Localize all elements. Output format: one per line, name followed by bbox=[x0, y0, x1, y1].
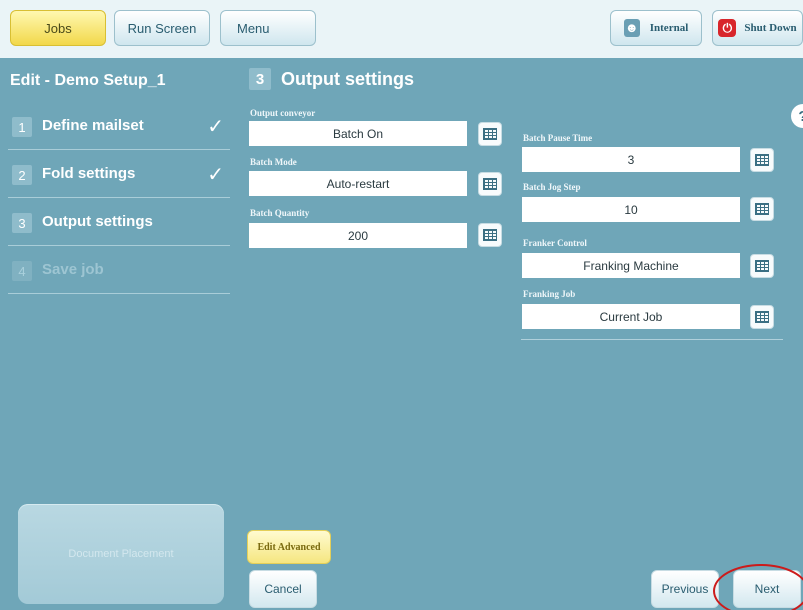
check-icon: ✓ bbox=[207, 116, 224, 138]
sidebar-item-label: Fold settings bbox=[42, 165, 136, 182]
cancel-button[interactable]: Cancel bbox=[249, 570, 317, 608]
keypad-button[interactable] bbox=[750, 197, 774, 221]
step-number: 2 bbox=[12, 165, 32, 185]
top-bar: Jobs Run Screen Menu ☻ Internal ⏻ Shut D… bbox=[0, 0, 803, 58]
keypad-button[interactable] bbox=[478, 223, 502, 247]
output-conveyor-field[interactable]: Batch On bbox=[249, 121, 467, 146]
sidebar: Edit - Demo Setup_1 1 Define mailset ✓ 2… bbox=[0, 58, 241, 610]
internal-user-button[interactable]: ☻ Internal bbox=[610, 10, 702, 46]
batch-jog-step-label: Batch Jog Step bbox=[523, 182, 581, 192]
keypad-icon bbox=[755, 203, 769, 215]
output-conveyor-label: Output conveyor bbox=[250, 108, 316, 118]
sidebar-item-fold-settings[interactable]: 2 Fold settings ✓ bbox=[8, 152, 230, 198]
internal-label: Internal bbox=[649, 22, 689, 34]
franking-job-field[interactable]: Current Job bbox=[522, 304, 740, 329]
keypad-icon bbox=[755, 311, 769, 323]
power-icon: ⏻ bbox=[718, 19, 737, 37]
keypad-icon bbox=[755, 154, 769, 166]
previous-button[interactable]: Previous bbox=[651, 570, 719, 608]
franking-job-label: Franking Job bbox=[523, 289, 576, 299]
tab-run-screen[interactable]: Run Screen bbox=[114, 10, 210, 46]
tab-menu[interactable]: Menu bbox=[220, 10, 316, 46]
franker-control-field[interactable]: Franking Machine bbox=[522, 253, 740, 278]
sidebar-item-label: Define mailset bbox=[42, 117, 144, 134]
step-number: 3 bbox=[249, 68, 271, 90]
batch-mode-field[interactable]: Auto-restart bbox=[249, 171, 467, 196]
keypad-icon bbox=[483, 128, 497, 140]
franker-control-label: Franker Control bbox=[523, 238, 587, 248]
document-placement-button: Document Placement bbox=[18, 504, 224, 604]
keypad-button[interactable] bbox=[478, 122, 502, 146]
user-icon: ☻ bbox=[623, 19, 640, 37]
sidebar-title: Edit - Demo Setup_1 bbox=[10, 72, 166, 89]
shut-down-button[interactable]: ⏻ Shut Down bbox=[712, 10, 803, 46]
tab-jobs[interactable]: Jobs bbox=[10, 10, 106, 46]
keypad-button[interactable] bbox=[750, 148, 774, 172]
sidebar-item-label: Output settings bbox=[42, 213, 153, 230]
batch-jog-step-field[interactable]: 10 bbox=[522, 197, 740, 222]
sidebar-item-output-settings[interactable]: 3 Output settings bbox=[8, 200, 230, 246]
help-icon[interactable]: ? bbox=[791, 104, 803, 128]
step-number: 3 bbox=[12, 213, 32, 233]
keypad-button[interactable] bbox=[750, 254, 774, 278]
keypad-icon bbox=[483, 229, 497, 241]
sidebar-item-label: Save job bbox=[42, 261, 104, 278]
sidebar-item-save-job: 4 Save job bbox=[8, 248, 230, 294]
step-number: 4 bbox=[12, 261, 32, 281]
highlight-circle bbox=[713, 564, 803, 610]
keypad-button[interactable] bbox=[750, 305, 774, 329]
batch-quantity-field[interactable]: 200 bbox=[249, 223, 467, 248]
page-title: Output settings bbox=[281, 68, 414, 89]
page-header: 3 Output settings bbox=[249, 68, 414, 90]
check-icon: ✓ bbox=[207, 164, 224, 186]
batch-mode-label: Batch Mode bbox=[250, 157, 297, 167]
shut-down-label: Shut Down bbox=[744, 22, 797, 34]
batch-pause-time-field[interactable]: 3 bbox=[522, 147, 740, 172]
step-number: 1 bbox=[12, 117, 32, 137]
sidebar-item-define-mailset[interactable]: 1 Define mailset ✓ bbox=[8, 104, 230, 150]
keypad-icon bbox=[483, 178, 497, 190]
divider bbox=[521, 339, 783, 340]
main-panel: 3 Output settings ? Output conveyor Batc… bbox=[241, 58, 803, 610]
batch-quantity-label: Batch Quantity bbox=[250, 208, 310, 218]
keypad-button[interactable] bbox=[478, 172, 502, 196]
keypad-icon bbox=[755, 260, 769, 272]
app-window: Jobs Run Screen Menu ☻ Internal ⏻ Shut D… bbox=[0, 0, 803, 610]
batch-pause-time-label: Batch Pause Time bbox=[523, 133, 593, 143]
edit-advanced-button[interactable]: Edit Advanced bbox=[247, 530, 331, 564]
